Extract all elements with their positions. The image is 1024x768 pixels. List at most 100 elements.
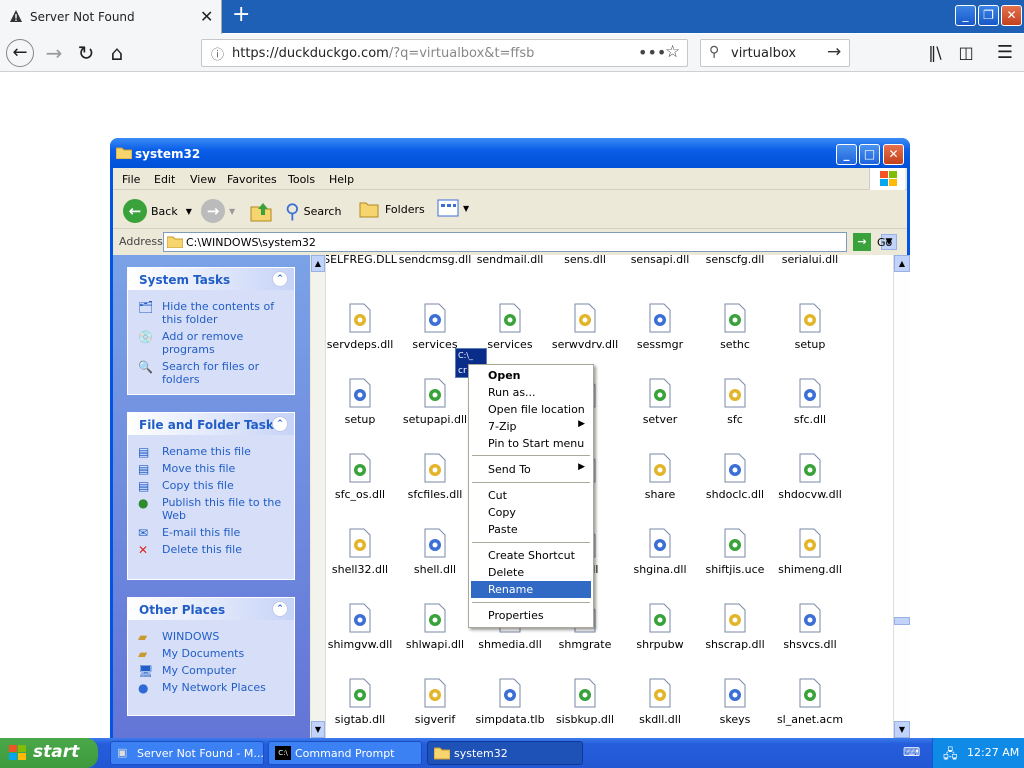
close-icon[interactable]: ✕ <box>883 144 904 165</box>
menu-view[interactable]: View <box>190 173 216 186</box>
browser-tab[interactable]: Server Not Found ✕ <box>0 0 222 34</box>
reload-icon[interactable]: ↻ <box>73 41 99 65</box>
task-delete[interactable]: ✕ Delete this file <box>138 543 286 557</box>
file-item[interactable]: sigtab.dll <box>322 677 398 726</box>
file-item[interactable]: sfcfiles.dll <box>397 452 473 501</box>
menu-icon[interactable]: ☰ <box>992 41 1018 65</box>
taskbar-item-system32[interactable]: system32 <box>427 741 583 765</box>
menu-tools[interactable]: Tools <box>288 173 315 186</box>
go-button[interactable]: → Go <box>853 233 892 251</box>
taskbar-item-firefox[interactable]: ▣ Server Not Found - M... <box>110 741 264 765</box>
task-hide-contents[interactable]: 🗂 Hide the contents of this folder <box>138 300 286 326</box>
info-icon[interactable]: ⓘ <box>211 44 224 63</box>
file-item[interactable]: sethc <box>697 302 773 351</box>
file-item[interactable]: setupapi.dll <box>397 377 473 426</box>
file-item[interactable]: sl_anet.acm <box>772 677 848 726</box>
file-item[interactable]: shgina.dll <box>622 527 698 576</box>
file-item[interactable]: setup <box>322 377 398 426</box>
network-tray-icon[interactable]: 🖧 <box>943 745 958 767</box>
menu-edit[interactable]: Edit <box>154 173 175 186</box>
task-publish[interactable]: ● Publish this file to the Web <box>138 496 286 522</box>
file-item[interactable]: shlwapi.dll <box>397 602 473 651</box>
close-tab-icon[interactable]: ✕ <box>200 7 213 26</box>
forward-button[interactable]: → ▼ <box>201 199 235 223</box>
scroll-up-icon[interactable]: ▲ <box>311 255 325 272</box>
file-item[interactable]: skeys <box>697 677 773 726</box>
file-item[interactable]: shsvcs.dll <box>772 602 848 651</box>
back-arrow-icon[interactable]: ← <box>6 39 34 67</box>
file-item[interactable]: sens.dll <box>547 253 623 266</box>
address-input[interactable]: C:\WINDOWS\system32 ▼ <box>163 232 897 252</box>
scroll-down-icon[interactable]: ▼ <box>311 721 325 738</box>
file-item[interactable]: sendcmsg.dll <box>397 253 473 266</box>
menu-run-as[interactable]: Run as... <box>471 384 591 401</box>
file-item[interactable]: serialui.dll <box>772 253 848 266</box>
close-icon[interactable]: ✕ <box>1001 5 1022 26</box>
file-item[interactable]: skdll.dll <box>622 677 698 726</box>
collapse-chevron-icon[interactable]: ⌃ <box>272 271 288 287</box>
minimize-icon[interactable]: _ <box>836 144 857 165</box>
file-item[interactable]: shimgvw.dll <box>322 602 398 651</box>
up-folder-button[interactable] <box>249 199 273 223</box>
home-icon[interactable]: ⌂ <box>104 41 130 65</box>
keyboard-icon[interactable]: ⌨ <box>903 745 920 759</box>
start-button[interactable]: start <box>0 738 98 768</box>
task-email[interactable]: ✉ E-mail this file <box>138 526 286 540</box>
place-windows[interactable]: ▰ WINDOWS <box>138 630 286 644</box>
file-item[interactable]: services <box>397 302 473 351</box>
collapse-chevron-icon[interactable]: ⌃ <box>272 601 288 617</box>
scroll-down-icon[interactable]: ▼ <box>894 721 910 738</box>
maximize-icon[interactable]: □ <box>859 144 880 165</box>
file-item[interactable]: sfc.dll <box>772 377 848 426</box>
left-scrollbar[interactable]: ▲ ▼ <box>311 255 326 738</box>
search-box[interactable]: ⚲ virtualbox → <box>700 39 850 67</box>
task-move[interactable]: ▤ Move this file <box>138 462 286 476</box>
file-item[interactable]: shscrap.dll <box>697 602 773 651</box>
search-go-arrow-icon[interactable]: → <box>827 42 841 62</box>
file-item[interactable]: setup <box>772 302 848 351</box>
menu-open-file-location[interactable]: Open file location <box>471 401 591 418</box>
file-item[interactable]: servdeps.dll <box>322 302 398 351</box>
forward-arrow-icon[interactable]: → <box>41 41 67 65</box>
menu-open[interactable]: Open <box>471 367 591 384</box>
bookmark-star-icon[interactable]: ☆ <box>665 42 680 62</box>
file-item[interactable]: senscfg.dll <box>697 253 773 266</box>
file-item[interactable]: shdocvw.dll <box>772 452 848 501</box>
taskbar-item-command-prompt[interactable]: C:\ Command Prompt <box>268 741 422 765</box>
place-my-computer[interactable]: 🖥 My Computer <box>138 664 286 678</box>
menu-file[interactable]: File <box>122 173 140 186</box>
back-button[interactable]: ← Back ▼ <box>123 199 192 223</box>
file-item[interactable]: sfc <box>697 377 773 426</box>
file-item[interactable]: shiftjis.uce <box>697 527 773 576</box>
menu-properties[interactable]: Properties <box>471 607 591 624</box>
system-tasks-header[interactable]: System Tasks ⌃ <box>128 268 294 290</box>
menu-cut[interactable]: Cut <box>471 487 591 504</box>
file-item[interactable]: share <box>622 452 698 501</box>
file-item[interactable]: shimeng.dll <box>772 527 848 576</box>
sidebar-icon[interactable]: ◫ <box>953 41 979 65</box>
menu-pin-start[interactable]: Pin to Start menu <box>471 435 591 452</box>
file-item[interactable]: serwvdrv.dll <box>547 302 623 351</box>
place-my-network[interactable]: ● My Network Places <box>138 681 286 695</box>
file-item[interactable]: sigverif <box>397 677 473 726</box>
other-places-header[interactable]: Other Places ⌃ <box>128 598 294 620</box>
file-tasks-header[interactable]: File and Folder Tasks ⌃ <box>128 413 294 435</box>
search-button[interactable]: ⚲ Search <box>285 199 341 223</box>
file-item[interactable]: setver <box>622 377 698 426</box>
file-item[interactable]: sessmgr <box>622 302 698 351</box>
file-item[interactable]: sendmail.dll <box>472 253 548 266</box>
menu-help[interactable]: Help <box>329 173 354 186</box>
menu-paste[interactable]: Paste <box>471 521 591 538</box>
collapse-chevron-icon[interactable]: ⌃ <box>272 416 288 432</box>
file-item[interactable]: simpdata.tlb <box>472 677 548 726</box>
new-tab-icon[interactable]: + <box>232 4 250 26</box>
scroll-up-icon[interactable]: ▲ <box>894 255 910 272</box>
file-item[interactable]: shdoclc.dll <box>697 452 773 501</box>
views-button[interactable]: ▼ <box>437 199 469 217</box>
task-rename[interactable]: ▤ Rename this file <box>138 445 286 459</box>
menu-create-shortcut[interactable]: Create Shortcut <box>471 547 591 564</box>
file-item[interactable]: shrpubw <box>622 602 698 651</box>
task-add-remove-programs[interactable]: 💿 Add or remove programs <box>138 330 286 356</box>
menu-delete[interactable]: Delete <box>471 564 591 581</box>
file-item[interactable]: sensapi.dll <box>622 253 698 266</box>
